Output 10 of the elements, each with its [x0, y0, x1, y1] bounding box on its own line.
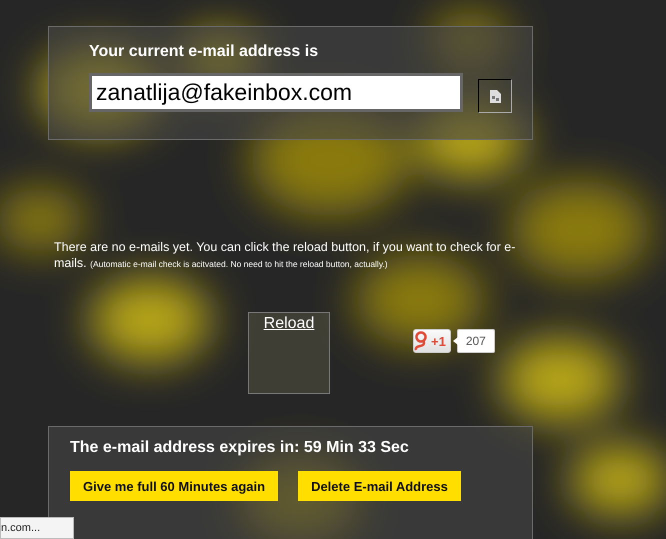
copy-button[interactable] — [478, 79, 512, 113]
address-heading: Your current e-mail address is — [89, 43, 320, 61]
reload-link[interactable]: Reload — [264, 315, 314, 393]
action-button[interactable]: Delete E-mail Address — [298, 471, 461, 501]
status-url: n.com... — [0, 517, 74, 539]
action-button[interactable]: Give me full 60 Minutes again — [70, 471, 278, 501]
g-logo-icon — [414, 331, 428, 351]
email-field[interactable]: zanatlija@fakeinbox.com — [89, 72, 463, 112]
no-emails-message: There are no e-mails yet. You can click the reload button, if you want to check for e-mails. (Automatic e-mail check is acitvated. No need to hit the reload button, actually.) — [54, 239, 516, 272]
expiry-text: The e-mail address expires in: 59 Min 33 Sec — [70, 439, 410, 457]
